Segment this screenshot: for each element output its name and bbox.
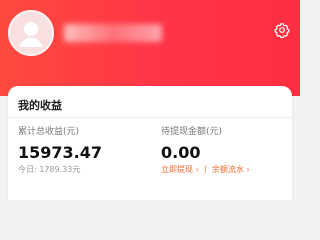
chevron-right-icon: › bbox=[195, 165, 199, 174]
total-earnings-label: 累计总收益(元) bbox=[18, 127, 80, 137]
total-earnings-section: 累计总收益(元) 15973.47 今日: 1789.33元 bbox=[18, 126, 102, 175]
avatar[interactable] bbox=[8, 10, 54, 56]
earnings-card: 我的收益 累计总收益(元) 15973.47 今日: 1789.33元 待提现金… bbox=[8, 86, 292, 200]
card-title: 我的收益 bbox=[18, 99, 62, 112]
card-divider bbox=[8, 117, 292, 118]
withdrawable-section: 待提现金额(元) 0.00 立即提现 › 丨 余额流水 › bbox=[161, 126, 250, 175]
balance-flow-link[interactable]: 余额流水 › bbox=[212, 165, 250, 174]
today-earnings: 今日: 1789.33元 bbox=[18, 165, 102, 175]
withdraw-now-link[interactable]: 立即提现 › bbox=[161, 165, 201, 174]
chevron-right-icon: › bbox=[246, 165, 250, 174]
settings-button[interactable] bbox=[274, 22, 290, 39]
withdraw-now-label: 立即提现 bbox=[161, 165, 193, 174]
avatar-icon bbox=[10, 12, 52, 54]
blurred-username bbox=[64, 24, 162, 42]
profile-header bbox=[0, 0, 300, 96]
total-earnings-amount: 15973.47 bbox=[18, 143, 103, 162]
today-value: 1789.33元 bbox=[39, 165, 81, 174]
balance-flow-label: 余额流水 bbox=[211, 165, 244, 174]
withdraw-actions: 立即提现 › 丨 余额流水 › bbox=[161, 165, 250, 175]
earnings-page: 我的收益 累计总收益(元) 15973.47 今日: 1789.33元 待提现金… bbox=[0, 0, 300, 200]
withdrawable-label: 待提现金额(元) bbox=[161, 127, 223, 137]
gear-icon bbox=[274, 23, 290, 39]
today-label: 今日: bbox=[18, 165, 37, 174]
withdrawable-amount: 0.00 bbox=[161, 143, 201, 162]
action-separator: 丨 bbox=[201, 165, 210, 174]
